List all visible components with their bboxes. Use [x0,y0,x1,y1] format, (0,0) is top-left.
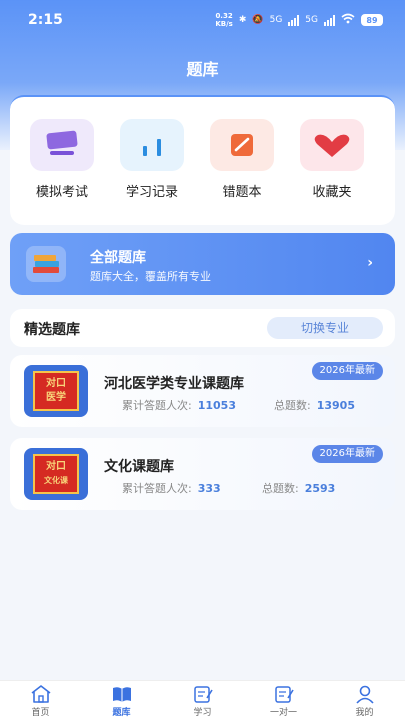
answer-count: 累计答题人次: 11053 [122,399,236,412]
study-icon [192,684,214,704]
course-card[interactable]: 对口 医学 河北医学类专业课题库 2026年最新 累计答题人次: 11053 总题… [10,355,395,427]
course-name: 河北医学类专业课题库 [104,376,244,392]
signal-icon [288,14,300,26]
course-thumbnail: 对口 医学 [24,365,88,417]
chevron-right-icon: › [367,255,373,271]
seal-icon: 对口 文化课 [33,454,79,494]
all-bank-title: 全部题库 [90,250,146,266]
battery-icon: 89 [361,14,383,26]
all-question-bank-banner[interactable]: 全部题库 题库大全，覆盖所有专业 › [10,233,395,295]
signal-icon-2 [324,14,335,26]
answer-count: 累计答题人次: 333 [122,482,221,495]
tab-study[interactable]: 学习 [162,681,243,720]
section-title: 精选题库 [24,322,80,338]
wrong-book-icon [210,119,274,171]
mute-bell-icon: 🔕 [252,15,264,25]
course-badge: 2026年最新 [311,445,383,463]
home-icon [30,684,52,704]
heart-icon [300,119,364,171]
course-badge: 2026年最新 [311,362,383,380]
selected-section-header: 精选题库 切换专业 [10,309,395,347]
exam-icon [30,119,94,171]
wifi-icon [341,13,355,27]
page-title: 题库 [186,60,219,79]
switch-major-button[interactable]: 切换专业 [267,317,383,339]
course-name: 文化课题库 [104,459,174,475]
tutor-icon [273,684,295,704]
course-thumbnail: 对口 文化课 [24,448,88,500]
quick-actions-card: 模拟考试 学习记录 错题本 收藏夹 [10,95,395,225]
seal-icon: 对口 医学 [33,371,79,411]
total-questions: 总题数: 2593 [262,482,336,495]
all-bank-subtitle: 题库大全，覆盖所有专业 [90,270,211,283]
tab-question-bank[interactable]: 题库 [81,681,162,720]
tab-one-on-one[interactable]: 一对一 [243,681,324,720]
course-card[interactable]: 对口 文化课 文化课题库 2026年最新 累计答题人次: 333 总题数: 2593 [10,438,395,510]
status-icons: 0.32 KB/s ✱ 🔕 5G 5G 89 [215,12,383,28]
bluetooth-icon: ✱ [238,15,247,25]
network-speed: 0.32 KB/s [215,12,233,28]
quick-item-mock-exam[interactable]: 模拟考试 [22,119,102,200]
quick-item-favorites[interactable]: 收藏夹 [292,119,372,200]
status-bar: 2:15 0.32 KB/s ✱ 🔕 5G 5G 89 [0,0,405,40]
books-icon [26,246,66,282]
network-type-label: 5G [269,15,283,25]
tab-profile[interactable]: 我的 [324,681,405,720]
profile-icon [354,684,376,704]
status-time: 2:15 [28,12,63,28]
bottom-tab-bar: 首页 题库 学习 一对一 我的 [0,680,405,720]
book-icon [111,684,133,704]
quick-item-study-record[interactable]: 学习记录 [112,119,192,200]
total-questions: 总题数: 13905 [274,399,355,412]
tab-home[interactable]: 首页 [0,681,81,720]
network-type-label-2: 5G [305,15,318,25]
chart-icon [120,119,184,171]
quick-item-wrong-book[interactable]: 错题本 [202,119,282,200]
